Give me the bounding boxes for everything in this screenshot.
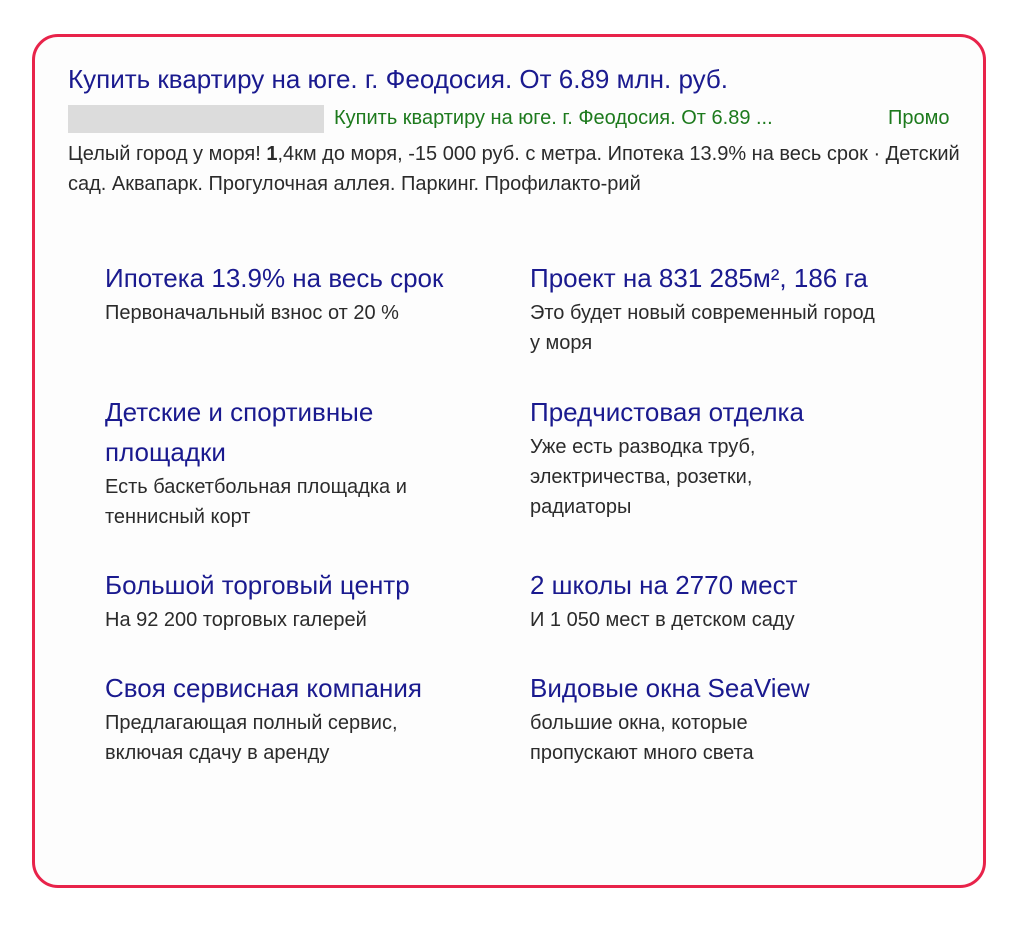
sitelink-title[interactable]: Видовые окна SeaView <box>530 668 940 708</box>
sitelink-finishing: Предчистовая отделка Уже есть разводка т… <box>530 392 940 522</box>
sitelink-title[interactable]: Детские и спортивные площадки <box>105 392 445 472</box>
sitelink-description: На 92 200 торговых галерей <box>105 609 367 631</box>
sitelink-description: большие окна, которые пропускают много с… <box>530 712 754 764</box>
sitelink-description: Уже есть разводка труб, электричества, р… <box>530 436 756 518</box>
ad-description: Целый город у моря! 1,4км до моря, -15 0… <box>68 139 960 199</box>
sitelink-description: И 1 050 мест в детском саду <box>530 609 795 631</box>
ad-title-link[interactable]: Купить квартиру на юге. г. Феодосия. От … <box>68 64 728 95</box>
sitelink-mortgage: Ипотека 13.9% на весь срок Первоначальны… <box>105 258 515 328</box>
sitelink-project: Проект на 831 285м², 186 га Это будет но… <box>530 258 940 358</box>
sitelink-seaview-windows: Видовые окна SeaView большие окна, котор… <box>530 668 940 768</box>
sitelink-schools: 2 школы на 2770 мест И 1 050 мест в детс… <box>530 565 940 635</box>
description-bold-fragment: 1 <box>266 143 278 165</box>
ad-display-url[interactable]: Купить квартиру на юге. г. Феодосия. От … <box>334 107 773 130</box>
sitelink-mall: Большой торговый центр На 92 200 торговы… <box>105 565 515 635</box>
sitelink-description: Есть баскетбольная площадка и теннисный … <box>105 476 407 528</box>
sitelink-description: Это будет новый современный город у моря <box>530 302 875 354</box>
sitelink-title[interactable]: Ипотека 13.9% на весь срок <box>105 258 515 298</box>
sitelink-description: Первоначальный взнос от 20 % <box>105 302 399 324</box>
description-text-start: Целый город у моря! <box>68 143 267 165</box>
sitelink-service-company: Своя сервисная компания Предлагающая пол… <box>105 668 515 768</box>
sitelink-playgrounds: Детские и спортивные площадки Есть баске… <box>105 392 445 532</box>
sitelink-title[interactable]: Проект на 831 285м², 186 га <box>530 258 940 298</box>
sitelink-description: Предлагающая полный сервис, включая сдач… <box>105 712 398 764</box>
promo-link[interactable]: Промо <box>888 107 950 130</box>
redacted-url-block <box>68 105 324 133</box>
ad-url-row: Купить квартиру на юге. г. Феодосия. От … <box>68 104 960 134</box>
sitelink-title[interactable]: Предчистовая отделка <box>530 392 940 432</box>
sitelink-title[interactable]: 2 школы на 2770 мест <box>530 565 940 605</box>
sitelink-title[interactable]: Большой торговый центр <box>105 565 515 605</box>
sitelink-title[interactable]: Своя сервисная компания <box>105 668 515 708</box>
